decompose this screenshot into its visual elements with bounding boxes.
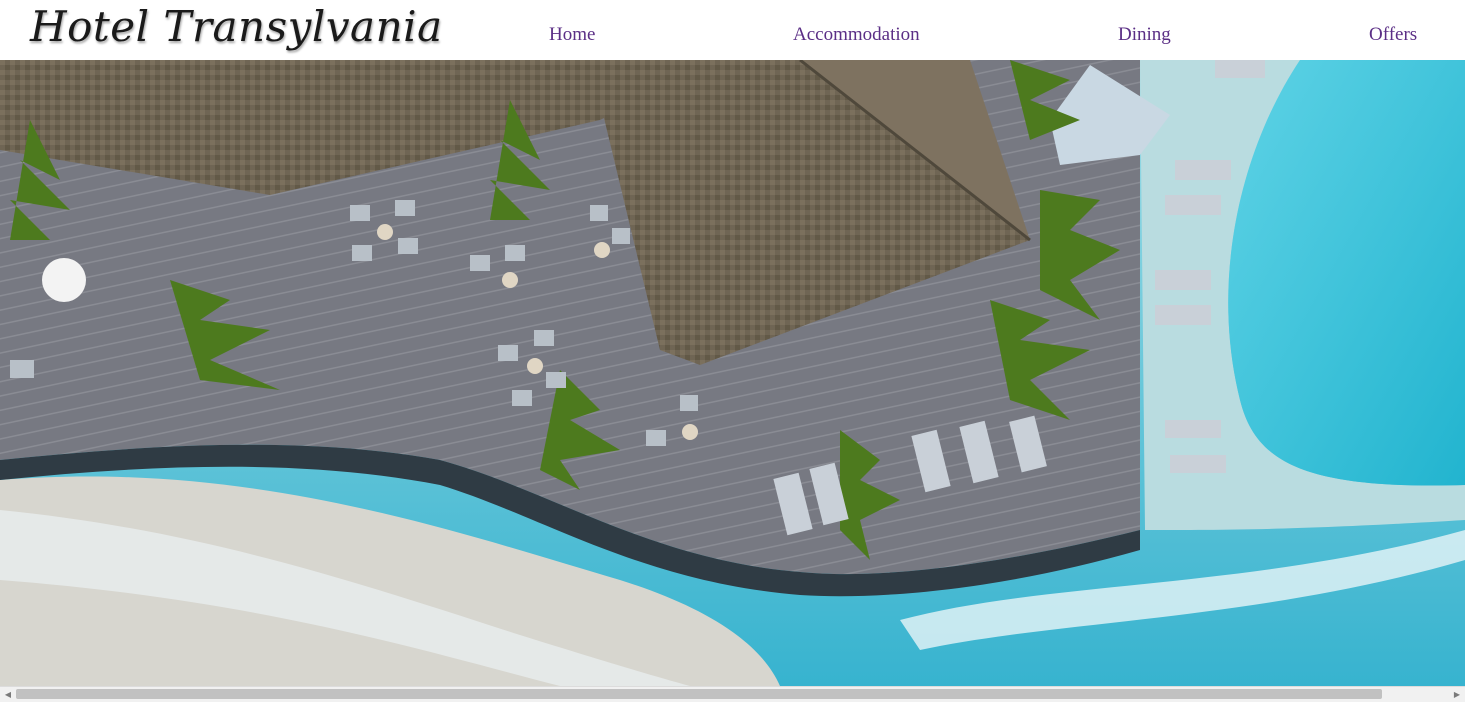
nav-link-accommodation[interactable]: Accommodation	[793, 24, 920, 46]
nav-link-home[interactable]: Home	[549, 24, 595, 46]
horizontal-scrollbar[interactable]: ◀ ▶	[0, 686, 1465, 702]
resort-aerial-illustration	[0, 60, 1465, 686]
nav-link-dining[interactable]: Dining	[1118, 24, 1171, 46]
scroll-right-icon[interactable]: ▶	[1449, 687, 1465, 702]
scroll-left-icon[interactable]: ◀	[0, 687, 16, 702]
nav-link-offers[interactable]: Offers	[1369, 24, 1417, 46]
header-bar: Hotel Transylvania Home Accommodation Di…	[0, 0, 1465, 60]
hero-image	[0, 60, 1465, 686]
brand-logo[interactable]: Hotel Transylvania	[30, 2, 443, 51]
scrollbar-thumb[interactable]	[16, 689, 1382, 699]
